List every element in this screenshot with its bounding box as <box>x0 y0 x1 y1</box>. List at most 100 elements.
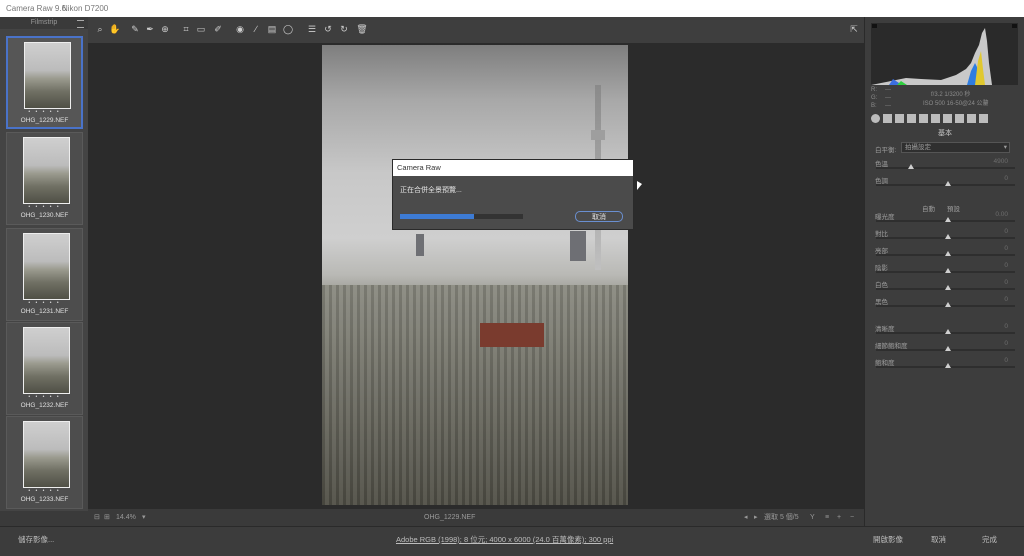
adjustment-brush-icon[interactable]: ∕ <box>250 23 262 35</box>
slider-handle[interactable] <box>944 302 951 307</box>
thumbnail-filename: OHG_1231.NEF <box>20 308 69 315</box>
zoom-in-icon[interactable]: ⊞ <box>104 509 110 526</box>
slider-handle[interactable] <box>944 329 951 334</box>
slider-row[interactable]: 色調 0 <box>875 175 1016 192</box>
target-adjust-icon[interactable]: ⊕ <box>159 23 171 35</box>
split-toning-icon[interactable] <box>919 114 928 123</box>
white-balance-icon[interactable]: ✎ <box>129 23 141 35</box>
red-eye-icon[interactable]: ◉ <box>234 23 246 35</box>
slider-value[interactable]: 0 <box>1004 323 1008 330</box>
slider-row[interactable]: 清晰度 0 <box>875 323 1016 340</box>
chevron-down-icon[interactable]: ▾ <box>142 509 146 526</box>
camera-calibration-icon[interactable] <box>955 114 964 123</box>
slider-handle[interactable] <box>944 363 951 368</box>
slider-value[interactable]: 0 <box>1004 340 1008 347</box>
effects-icon[interactable] <box>943 114 952 123</box>
slider-handle[interactable] <box>944 268 951 273</box>
thumbnail-image <box>23 421 70 488</box>
slider-row[interactable]: 飽和度 0 <box>875 357 1016 374</box>
auto-button[interactable]: 自動 <box>922 203 935 213</box>
preferences-icon[interactable]: ☰ <box>306 23 318 35</box>
slider-value[interactable]: 0 <box>1004 245 1008 252</box>
slider-track[interactable] <box>876 167 1015 169</box>
snapshots-icon[interactable] <box>979 114 988 123</box>
rotate-cw-icon[interactable]: ↻ <box>338 23 350 35</box>
save-image-button[interactable]: 儲存影像... <box>18 527 54 553</box>
star-rating[interactable]: • • • • • <box>7 394 82 400</box>
remove-button[interactable]: − <box>850 509 854 526</box>
star-rating[interactable]: • • • • • <box>7 488 82 494</box>
slider-row[interactable]: 白色 0 <box>875 279 1016 296</box>
slider-handle[interactable] <box>944 285 951 290</box>
workflow-options-link[interactable]: Adobe RGB (1998); 8 位元; 4000 x 6000 (24.… <box>396 527 613 553</box>
zoom-out-icon[interactable]: ⊟ <box>94 509 100 526</box>
filmstrip: Filmstrip • • • • • OHG_1229.NEF • • • •… <box>0 17 89 511</box>
slider-row[interactable]: 色溫 4900 <box>875 158 1016 175</box>
cancel-button[interactable]: 取消 <box>575 211 623 222</box>
slider-handle[interactable] <box>944 346 951 351</box>
rotate-ccw-icon[interactable]: ↺ <box>322 23 334 35</box>
slider-value[interactable]: 0 <box>1004 279 1008 286</box>
slider-row[interactable]: 對比 0 <box>875 228 1016 245</box>
tone-curve-icon[interactable] <box>883 114 892 123</box>
slider-row[interactable]: 亮部 0 <box>875 245 1016 262</box>
previous-image-icon[interactable]: ◂ <box>744 509 748 526</box>
view-options-button[interactable]: ≡ <box>825 509 829 526</box>
slider-handle[interactable] <box>944 234 951 239</box>
slider-value[interactable]: 0.00 <box>995 211 1008 218</box>
slider-handle[interactable] <box>907 164 914 169</box>
done-button[interactable]: 完成 <box>982 527 997 553</box>
zoom-icon[interactable]: ⌕ <box>94 23 106 35</box>
slider-row[interactable]: 曝光度 0.00 <box>875 211 1016 228</box>
slider-handle[interactable] <box>944 251 951 256</box>
star-rating[interactable]: • • • • • <box>7 204 82 210</box>
slider-handle[interactable] <box>944 181 951 186</box>
spot-removal-icon[interactable]: ✐ <box>212 23 224 35</box>
fullscreen-icon[interactable]: ⇱ <box>848 23 860 35</box>
graduated-filter-icon[interactable]: ▤ <box>266 23 278 35</box>
zoom-level[interactable]: 14.4% <box>116 509 136 526</box>
lens-icon[interactable] <box>931 114 940 123</box>
slider-value[interactable]: 0 <box>1004 262 1008 269</box>
dialog-title: Camera Raw <box>393 160 633 176</box>
view-toggle-y-button[interactable]: Y <box>810 509 815 526</box>
filmstrip-item[interactable]: • • • • • OHG_1229.NEF <box>6 36 83 129</box>
shadow-clipping-icon[interactable] <box>872 24 877 28</box>
filmstrip-item[interactable]: • • • • • OHG_1230.NEF <box>6 132 83 225</box>
slider-row[interactable]: 黑色 0 <box>875 296 1016 313</box>
hsl-icon[interactable] <box>907 114 916 123</box>
cancel-main-button[interactable]: 取消 <box>931 527 946 553</box>
slider-value[interactable]: 0 <box>1004 228 1008 235</box>
slider-row[interactable]: 細節飽和度 0 <box>875 340 1016 357</box>
slider-value[interactable]: 0 <box>1004 296 1008 303</box>
open-image-button[interactable]: 開啟影像 <box>873 527 903 553</box>
slider-value[interactable]: 0 <box>1004 357 1008 364</box>
filmstrip-item[interactable]: • • • • • OHG_1231.NEF <box>6 228 83 321</box>
slider-value[interactable]: 0 <box>1004 175 1008 182</box>
crop-icon[interactable]: ⌗ <box>180 23 192 35</box>
thumbnail-filename: OHG_1232.NEF <box>20 402 69 409</box>
detail-icon[interactable] <box>895 114 904 123</box>
star-rating[interactable]: • • • • • <box>7 300 82 306</box>
filmstrip-item[interactable]: • • • • • OHG_1233.NEF <box>6 416 83 509</box>
highlight-clipping-icon[interactable] <box>1012 24 1017 28</box>
white-balance-select[interactable]: 拍攝設定 ▾ <box>901 142 1010 153</box>
slider-handle[interactable] <box>944 217 951 222</box>
basic-icon[interactable] <box>871 114 880 123</box>
color-sampler-icon[interactable]: ✒ <box>144 23 156 35</box>
straighten-icon[interactable]: ▭ <box>195 23 207 35</box>
presets-icon[interactable] <box>967 114 976 123</box>
thumbnail-image <box>23 137 70 204</box>
star-rating[interactable]: • • • • • <box>8 109 81 115</box>
building <box>570 231 586 261</box>
filmstrip-menu-icon[interactable] <box>77 20 84 28</box>
add-button[interactable]: + <box>837 509 841 526</box>
filmstrip-item[interactable]: • • • • • OHG_1232.NEF <box>6 322 83 415</box>
default-button[interactable]: 預設 <box>947 203 960 213</box>
slider-row[interactable]: 陰影 0 <box>875 262 1016 279</box>
trash-icon[interactable]: 🗑 <box>356 23 368 35</box>
hand-icon[interactable]: ✋ <box>109 23 121 35</box>
slider-value[interactable]: 4900 <box>994 158 1008 165</box>
next-image-icon[interactable]: ▸ <box>754 509 758 526</box>
radial-filter-icon[interactable]: ◯ <box>282 23 294 35</box>
